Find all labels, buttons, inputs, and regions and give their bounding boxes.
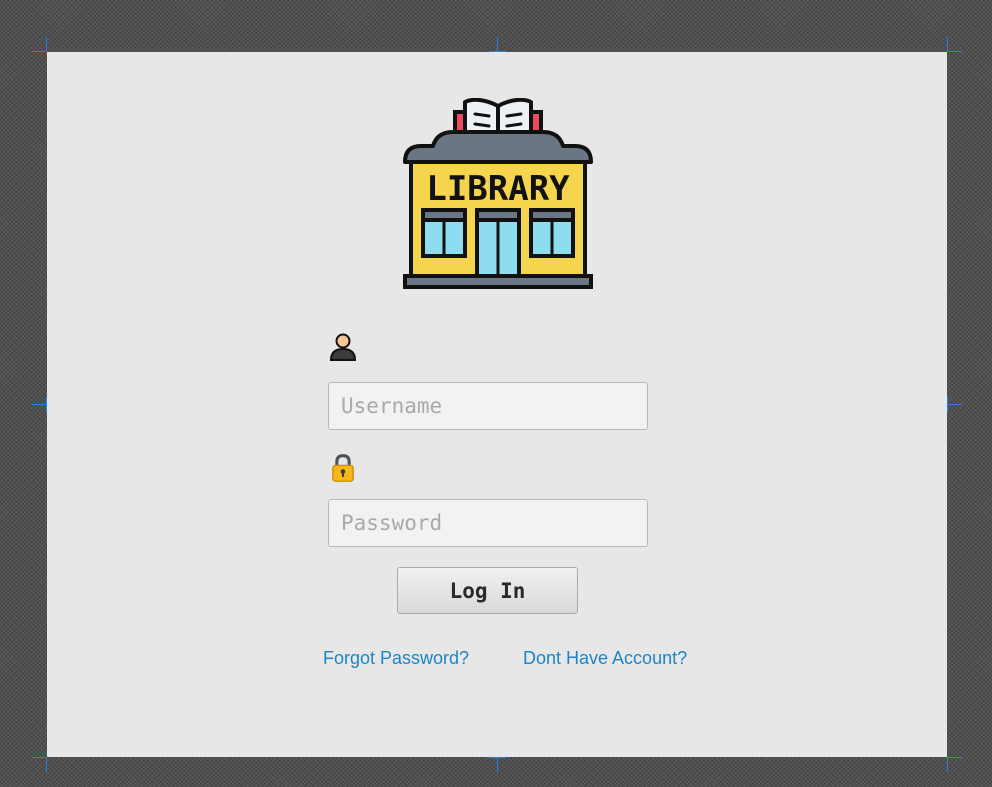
library-building-icon: LIBRARY <box>403 98 593 289</box>
no-account-link[interactable]: Dont Have Account? <box>523 648 687 669</box>
forgot-password-link[interactable]: Forgot Password? <box>323 648 469 669</box>
login-panel: LIBRARY Log In Forgot Password? Dont Hav… <box>47 52 947 757</box>
user-icon <box>329 333 357 361</box>
username-input[interactable] <box>328 382 648 430</box>
library-sign-text: LIBRARY <box>426 169 570 209</box>
password-input[interactable] <box>328 499 648 547</box>
login-button[interactable]: Log In <box>397 567 578 614</box>
lock-icon <box>332 454 354 482</box>
